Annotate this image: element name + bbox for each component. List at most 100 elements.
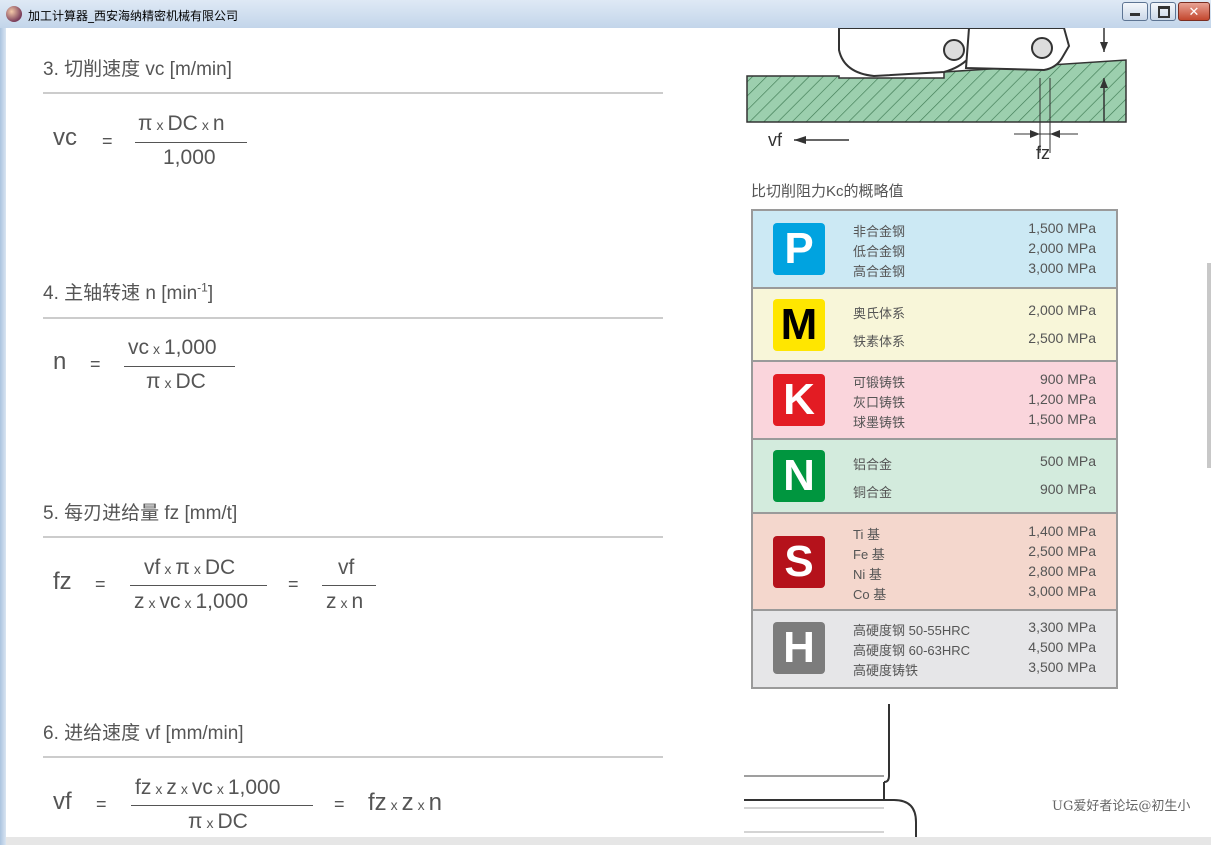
divider bbox=[43, 756, 663, 758]
equals-sign: = bbox=[96, 794, 107, 814]
insert-screw bbox=[943, 39, 965, 61]
material-name: 可锻铸铁 bbox=[853, 375, 906, 390]
material-name: Fe 基 bbox=[853, 546, 885, 562]
vf-label: vf bbox=[768, 130, 783, 150]
section-title-n: 4. 主轴转速 n [min-1] bbox=[43, 280, 214, 304]
kc-value: 2,800 MPa bbox=[1028, 562, 1096, 579]
equals-sign: = bbox=[102, 131, 113, 151]
kc-value: 2,500 MPa bbox=[1028, 542, 1096, 559]
horizontal-scrollbar[interactable] bbox=[6, 837, 1211, 845]
kc-value: 500 MPa bbox=[1039, 453, 1096, 469]
kc-row-m: M 奥氏体系 2,000 MPa 铁素体系 2,500 MPa bbox=[753, 289, 1116, 362]
section-title-vc: 3. 切削速度 vc [m/min] bbox=[43, 59, 232, 80]
material-group-badge: M bbox=[773, 298, 825, 351]
kc-value: 900 MPa bbox=[1039, 371, 1096, 387]
material-name: 球墨铸铁 bbox=[853, 415, 906, 430]
material-name: Ti 基 bbox=[853, 526, 880, 542]
material-group-badge: N bbox=[773, 450, 825, 502]
maximize-icon bbox=[1158, 6, 1170, 18]
section-title-fz: 5. 每刃进给量 fz [mm/t] bbox=[43, 503, 238, 524]
app-icon bbox=[6, 6, 22, 22]
denominator: z x vc x 1,000 bbox=[134, 590, 249, 613]
material-name: 铝合金 bbox=[853, 457, 893, 472]
insert-screw bbox=[1031, 37, 1053, 59]
kc-row-p: P 非合金钢 1,500 MPa 低合金钢 2,000 MPa 高合金钢 3,000 MPa bbox=[753, 211, 1116, 289]
material-name: 高硬度铸铁 bbox=[853, 663, 919, 678]
kc-table-title: 比切削阻力Kc的概略值 bbox=[751, 183, 904, 200]
material-name: 奥氏体系 bbox=[853, 305, 906, 321]
kc-value: 1,200 MPa bbox=[1028, 391, 1096, 407]
kc-value: 2,500 MPa bbox=[1028, 329, 1096, 346]
kc-row-s: S Ti 基 1,400 MPa Fe 基 2,500 MPa Ni 基 2,800 MPa… bbox=[753, 514, 1116, 611]
material-name: Ni 基 bbox=[853, 566, 882, 582]
close-button[interactable]: ✕ bbox=[1178, 2, 1210, 21]
numerator: vf x π x DC bbox=[144, 556, 236, 579]
document-content: 3. 切削速度 vc [m/min] vc = π x DC x n 1,000 4. … bbox=[6, 28, 1211, 845]
numerator: vc x 1,000 bbox=[128, 336, 217, 359]
equals-sign: = bbox=[334, 794, 345, 814]
equals-sign: = bbox=[288, 574, 299, 594]
material-name: 非合金钢 bbox=[853, 224, 906, 239]
divider bbox=[43, 317, 663, 319]
material-group-badge: S bbox=[773, 535, 825, 588]
numerator: vf bbox=[338, 556, 355, 579]
kc-row-h: H 高硬度钢 50-55HRC 3,300 MPa 高硬度钢 60-63HRC 4,50… bbox=[753, 611, 1116, 687]
formula-var-vf: vf bbox=[53, 788, 72, 815]
fz-label: fz bbox=[1036, 143, 1050, 163]
formula-var-vc: vc bbox=[53, 124, 77, 151]
material-group-badge: P bbox=[773, 223, 825, 275]
denominator: π x DC bbox=[188, 810, 248, 833]
kc-row-k: K 可锻铸铁 900 MPa 灰口铸铁 1,200 MPa 球墨铸铁 1,500 MPa bbox=[753, 362, 1116, 440]
denominator: 1,000 bbox=[163, 146, 216, 169]
denominator: zxn bbox=[326, 590, 364, 613]
kc-value: 900 MPa bbox=[1039, 481, 1096, 497]
minimize-icon bbox=[1130, 13, 1140, 16]
formula-result: fz x z x n bbox=[368, 789, 443, 816]
material-group-badge: H bbox=[773, 622, 825, 674]
kc-table: P 非合金钢 1,500 MPa 低合金钢 2,000 MPa 高合金钢 3,000 MPa… bbox=[751, 209, 1118, 689]
material-name: 高硬度钢 50-55HRC bbox=[853, 623, 971, 638]
window-titlebar[interactable]: 加工计算器_西安海纳精密机械有限公司 ✕ bbox=[0, 0, 1211, 29]
vertical-scrollbar[interactable] bbox=[1207, 263, 1211, 468]
fraction-bar bbox=[130, 585, 267, 586]
profile-drawing bbox=[744, 704, 917, 845]
material-name: 高合金钢 bbox=[853, 264, 906, 279]
formula-var-n: n bbox=[53, 348, 67, 375]
minimize-button[interactable] bbox=[1122, 2, 1148, 21]
kc-value: 2,000 MPa bbox=[1028, 240, 1096, 256]
kc-value: 1,500 MPa bbox=[1028, 411, 1096, 427]
kc-value: 1,500 MPa bbox=[1028, 220, 1096, 236]
kc-row-n: N 铝合金 500 MPa 铜合金 900 MPa bbox=[753, 440, 1116, 514]
window-title: 加工计算器_西安海纳精密机械有限公司 bbox=[28, 9, 239, 23]
kc-value: 3,300 MPa bbox=[1028, 619, 1096, 635]
material-name: 铁素体系 bbox=[853, 333, 906, 349]
numerator: π x DC x n bbox=[138, 112, 225, 135]
denominator: π x DC bbox=[146, 370, 206, 393]
fraction-bar bbox=[322, 585, 376, 586]
close-icon: ✕ bbox=[1188, 4, 1200, 19]
numerator: fz x z x vc x 1,000 bbox=[135, 776, 281, 799]
material-name: 高硬度钢 60-63HRC bbox=[853, 643, 971, 658]
material-name: 低合金钢 bbox=[853, 244, 906, 259]
material-group-badge: K bbox=[773, 374, 825, 426]
watermark: UG爱好者论坛@初生小 bbox=[1052, 799, 1191, 814]
kc-value: 3,500 MPa bbox=[1028, 659, 1096, 675]
material-name: 灰口铸铁 bbox=[853, 395, 906, 410]
divider bbox=[43, 536, 663, 538]
kc-value: 4,500 MPa bbox=[1028, 639, 1096, 655]
fraction-bar bbox=[131, 805, 313, 806]
material-name: Co 基 bbox=[853, 586, 887, 602]
section-title-vf: 6. 进给速度 vf [mm/min] bbox=[43, 723, 244, 744]
maximize-button[interactable] bbox=[1150, 2, 1176, 21]
formula-var-fz: fz bbox=[53, 568, 72, 595]
tool-insert bbox=[964, 28, 1071, 72]
equals-sign: = bbox=[90, 354, 101, 374]
kc-value: 1,400 MPa bbox=[1028, 522, 1096, 539]
equals-sign: = bbox=[95, 574, 106, 594]
kc-value: 2,000 MPa bbox=[1028, 301, 1096, 318]
kc-value: 3,000 MPa bbox=[1028, 582, 1096, 599]
fraction-bar bbox=[124, 366, 235, 367]
fraction-bar bbox=[135, 142, 247, 143]
kc-value: 3,000 MPa bbox=[1028, 260, 1096, 276]
milling-diagram: vf fz bbox=[746, 28, 1127, 163]
